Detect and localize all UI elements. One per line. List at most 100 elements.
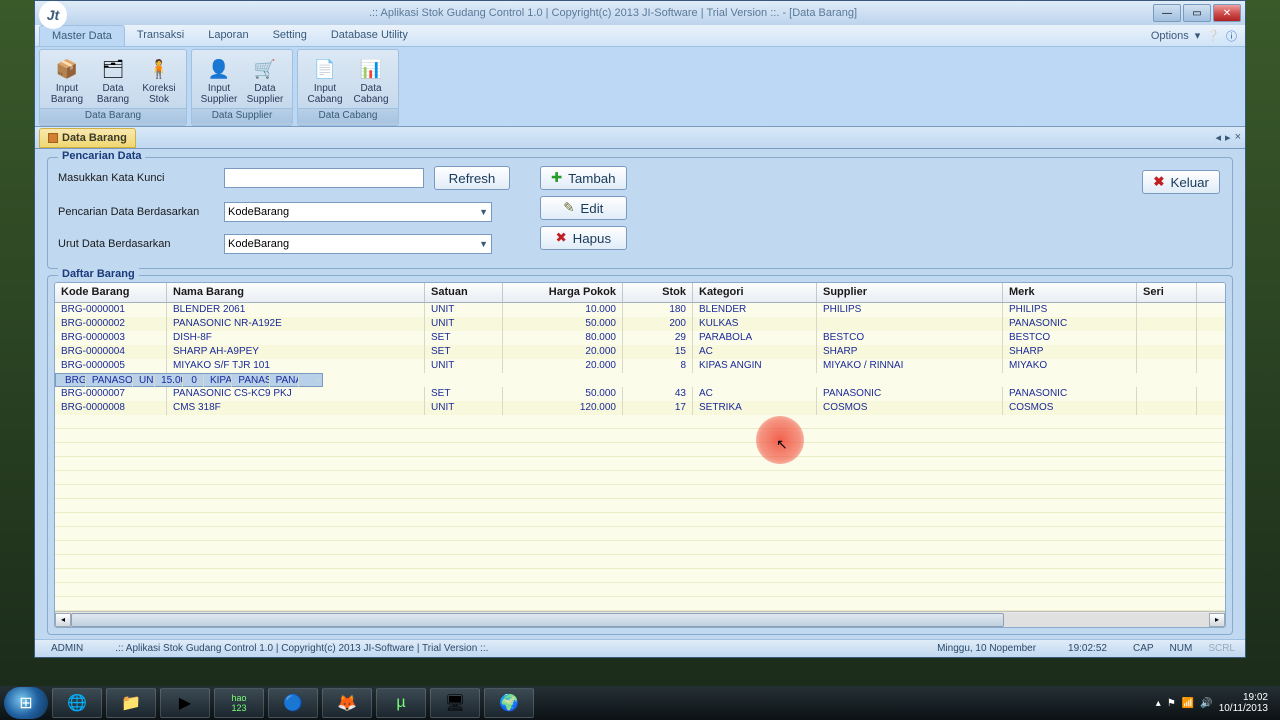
window-title: .:: Aplikasi Stok Gudang Control 1.0 | C… [75,7,1151,19]
table-row[interactable]: BRG-0000005MIYAKO S/F TJR 101UNIT20.0008… [55,359,1225,373]
ribbon-label: InputBarang [51,83,83,105]
taskbar-media-icon[interactable]: ▶ [160,688,210,718]
menu-setting[interactable]: Setting [261,25,319,46]
keluar-button[interactable]: Keluar [1142,170,1220,194]
table-cell: 50.000 [503,317,623,331]
menu-laporan[interactable]: Laporan [196,25,260,46]
table-row[interactable]: BRG-0000001BLENDER 2061UNIT10.000180BLEN… [55,303,1225,317]
taskbar-ie-icon[interactable]: 🌐 [52,688,102,718]
hapus-button[interactable]: Hapus [540,226,627,250]
ribbon-item[interactable]: 📊DataCabang [348,52,394,108]
search-legend: Pencarian Data [58,150,145,162]
sortby-select[interactable]: KodeBarang▼ [224,234,492,254]
scrollbar-thumb[interactable] [71,613,1004,627]
tab-close-icon[interactable]: × [1235,131,1241,144]
tray-network-icon[interactable]: 📶 [1182,698,1194,709]
column-header[interactable]: Nama Barang [167,283,425,302]
column-header[interactable]: Harga Pokok [503,283,623,302]
tray-up-icon[interactable]: ▴ [1156,698,1161,709]
minimize-button[interactable]: — [1153,4,1181,22]
table-cell: PANASONIC [817,387,1003,401]
tambah-button[interactable]: Tambah [540,166,627,190]
ribbon-icon: 🧍 [145,55,173,83]
horizontal-scrollbar[interactable]: ◂ ▸ [55,611,1225,627]
tray-flag-icon[interactable]: ⚑ [1167,698,1176,709]
tray-volume-icon[interactable]: 🔊 [1200,698,1212,709]
table-cell: BESTCO [817,331,1003,345]
table-cell: 29 [623,331,693,345]
table-cell: 0 [183,374,204,387]
taskbar-app-icon[interactable]: 🖥 [430,688,480,718]
table-row[interactable]: BRG-0000007PANASONIC CS-KC9 PKJSET50.000… [55,387,1225,401]
column-header[interactable]: Supplier [817,283,1003,302]
table-row[interactable]: BRG-0000008CMS 318FUNIT120.00017SETRIKAC… [55,401,1225,415]
table-cell: 80.000 [503,331,623,345]
table-row[interactable]: BRG-0000004SHARP AH-A9PEYSET20.00015ACSH… [55,345,1225,359]
ribbon: 📦InputBarang🗂DataBarang🧍KoreksiStokData … [35,47,1245,127]
ribbon-item[interactable]: 📄InputCabang [302,52,348,108]
taskbar-firefox-icon[interactable]: 🦊 [322,688,372,718]
edit-button[interactable]: Edit [540,196,627,220]
tab-prev-icon[interactable]: ◂ [1216,131,1222,144]
status-cap: CAP [1133,643,1154,654]
table-row[interactable]: BRG-0000006PANASONIC F-EK 306UNIT15.0000… [55,373,323,387]
taskbar-chrome-icon[interactable]: 🔵 [268,688,318,718]
table-cell: MIYAKO S/F TJR 101 [167,359,425,373]
about-icon[interactable]: ⓘ [1226,28,1237,44]
table-cell: 200 [623,317,693,331]
menu-database-utility[interactable]: Database Utility [319,25,420,46]
column-header[interactable]: Merk [1003,283,1137,302]
taskbar-hao123-icon[interactable]: hao123 [214,688,264,718]
table-cell: 180 [623,303,693,317]
table-cell: MIYAKO [1003,359,1137,373]
table-cell: BRG-0000006 [59,374,86,387]
ribbon-label: KoreksiStok [142,83,175,105]
table-cell [1137,359,1197,373]
table-cell: UNIT [425,317,503,331]
column-header[interactable]: Stok [623,283,693,302]
help-icon[interactable]: ❔ [1206,29,1220,42]
tray-clock[interactable]: 19:02 10/11/2013 [1219,692,1268,714]
tab-next-icon[interactable]: ▸ [1225,131,1231,144]
keyword-input[interactable] [224,168,424,188]
scroll-left-icon[interactable]: ◂ [55,613,71,627]
close-button[interactable]: ✕ [1213,4,1241,22]
menu-transaksi[interactable]: Transaksi [125,25,196,46]
taskbar-utorrent-icon[interactable]: µ [376,688,426,718]
status-scrl: SCRL [1208,643,1235,654]
column-header[interactable]: Kode Barang [55,283,167,302]
table-cell [1137,387,1197,401]
table-cell: BRG-0000001 [55,303,167,317]
column-header[interactable]: Satuan [425,283,503,302]
tab-data-barang[interactable]: Data Barang [39,128,136,148]
taskbar[interactable]: ⊞ 🌐 📁 ▶ hao123 🔵 🦊 µ 🖥 🌍 ▴ ⚑ 📶 🔊 19:02 1… [0,686,1280,720]
ribbon-icon: 📦 [53,55,81,83]
table-cell: SHARP AH-A9PEY [167,345,425,359]
column-header[interactable]: Seri [1137,283,1197,302]
ribbon-item[interactable]: 👤InputSupplier [196,52,242,108]
refresh-button[interactable]: Refresh [434,166,510,190]
table-cell: PHILIPS [817,303,1003,317]
ribbon-item[interactable]: 🛒DataSupplier [242,52,288,108]
maximize-button[interactable]: ▭ [1183,4,1211,22]
taskbar-globe-icon[interactable]: 🌍 [484,688,534,718]
options-menu[interactable]: Options [1151,30,1189,42]
table-row[interactable]: BRG-0000003DISH-8FSET80.00029PARABOLABES… [55,331,1225,345]
start-button[interactable]: ⊞ [4,687,48,719]
titlebar[interactable]: Jt .:: Aplikasi Stok Gudang Control 1.0 … [35,1,1245,25]
searchby-select[interactable]: KodeBarang▼ [224,202,492,222]
taskbar-explorer-icon[interactable]: 📁 [106,688,156,718]
table-cell: PANASONIC [1003,387,1137,401]
ribbon-item[interactable]: 📦InputBarang [44,52,90,108]
chevron-down-icon[interactable]: ▾ [1195,29,1201,42]
ribbon-item[interactable]: 🗂DataBarang [90,52,136,108]
table-body[interactable]: BRG-0000001BLENDER 2061UNIT10.000180BLEN… [55,303,1225,611]
table-cell: 120.000 [503,401,623,415]
ribbon-group-label: Data Supplier [192,108,292,123]
ribbon-item[interactable]: 🧍KoreksiStok [136,52,182,108]
column-header[interactable]: Kategori [693,283,817,302]
table-cell [1137,331,1197,345]
table-row[interactable]: BRG-0000002PANASONIC NR-A192EUNIT50.0002… [55,317,1225,331]
table-cell: BESTCO [1003,331,1137,345]
scroll-right-icon[interactable]: ▸ [1209,613,1225,627]
